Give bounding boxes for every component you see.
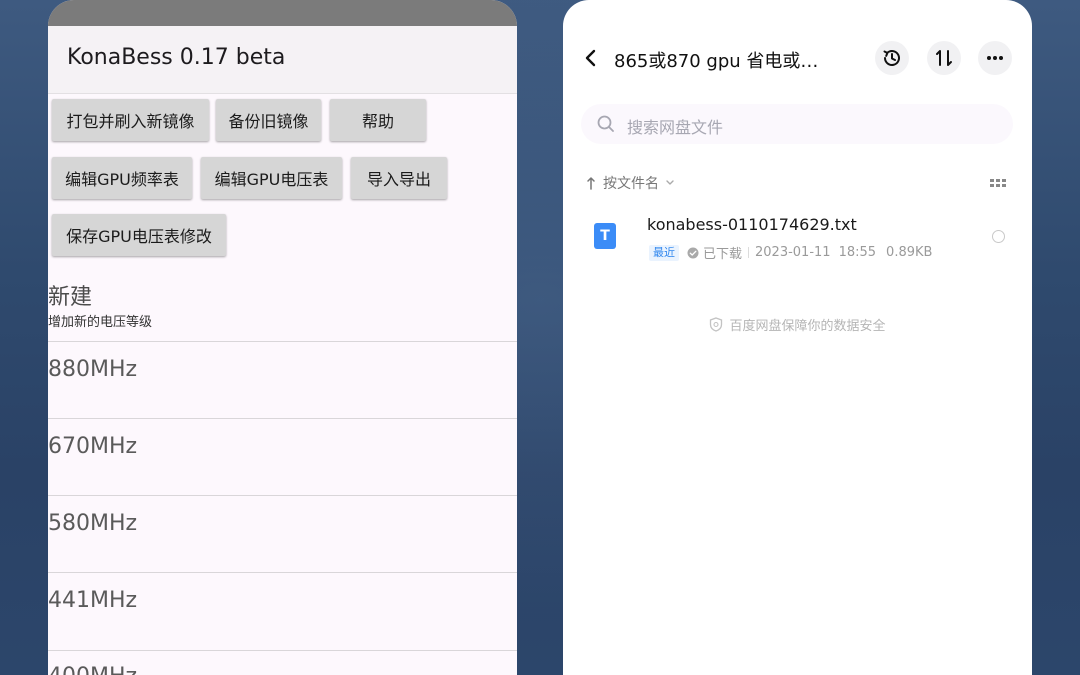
- file-meta: 最近 已下载 2023-01-11 18:55 0.89KB: [649, 243, 932, 262]
- divider: [48, 341, 517, 342]
- app-title: KonaBess 0.17 beta: [67, 45, 286, 70]
- divider: [48, 418, 517, 419]
- txt-file-icon: T: [594, 223, 616, 249]
- file-time: 18:55: [838, 245, 877, 260]
- file-date: 2023-01-11: [755, 245, 831, 260]
- edit-gpu-voltage-button[interactable]: 编辑GPU电压表: [201, 157, 342, 199]
- divider: [48, 572, 517, 573]
- grid-view-icon[interactable]: [989, 176, 1007, 190]
- file-name: konabess-0110174629.txt: [647, 215, 857, 234]
- sort-label: 按文件名: [603, 176, 659, 192]
- backup-image-button[interactable]: 备份旧镜像: [216, 99, 321, 141]
- select-checkbox[interactable]: [992, 230, 1005, 243]
- freq-item[interactable]: 441MHz: [48, 588, 137, 613]
- history-button[interactable]: [875, 41, 909, 75]
- freq-item[interactable]: 580MHz: [48, 511, 137, 536]
- more-icon: [987, 56, 1003, 60]
- konabess-window: KonaBess 0.17 beta 打包并刷入新镜像 备份旧镜像 帮助 编辑G…: [48, 0, 517, 675]
- netdisk-window: 865或870 gpu 省电或… 搜索网盘文件 按文件名 T konabess-…: [563, 0, 1032, 675]
- shield-icon: [710, 317, 723, 332]
- downloaded-check-icon: [687, 247, 699, 258]
- file-list-item[interactable]: T konabess-0110174629.txt 最近 已下载 2023-01…: [563, 208, 1032, 266]
- new-item-subtitle: 增加新的电压等级: [48, 315, 153, 330]
- transfer-button[interactable]: [927, 41, 961, 75]
- more-button[interactable]: [978, 41, 1012, 75]
- app-bar: KonaBess 0.17 beta: [48, 26, 517, 94]
- edit-gpu-freq-button[interactable]: 编辑GPU频率表: [52, 157, 192, 199]
- import-export-button[interactable]: 导入导出: [351, 157, 447, 199]
- safety-note: 百度网盘保障你的数据安全: [563, 315, 1032, 334]
- download-status: 已下载: [703, 247, 743, 262]
- meta-separator: [748, 247, 750, 258]
- sort-control[interactable]: 按文件名: [585, 173, 675, 193]
- new-item-title: 新建: [48, 285, 93, 310]
- recent-badge: 最近: [649, 244, 679, 261]
- sort-arrow-icon: [587, 177, 595, 190]
- help-button[interactable]: 帮助: [330, 99, 426, 141]
- history-icon: [883, 50, 900, 66]
- back-arrow-icon[interactable]: [581, 46, 601, 70]
- freq-item[interactable]: 670MHz: [48, 434, 137, 459]
- folder-title: 865或870 gpu 省电或…: [614, 51, 819, 72]
- search-placeholder: 搜索网盘文件: [627, 118, 724, 137]
- safety-note-text: 百度网盘保障你的数据安全: [729, 319, 886, 334]
- flash-new-image-button[interactable]: 打包并刷入新镜像: [52, 99, 209, 141]
- file-size: 0.89KB: [886, 245, 933, 260]
- search-bar[interactable]: 搜索网盘文件: [581, 104, 1013, 144]
- freq-item[interactable]: 880MHz: [48, 357, 137, 382]
- search-icon: [597, 115, 614, 132]
- divider: [48, 495, 517, 496]
- status-bar: [48, 0, 517, 26]
- divider: [48, 650, 517, 651]
- transfer-icon: [936, 50, 952, 66]
- chevron-down-icon: [666, 180, 674, 185]
- save-voltage-button[interactable]: 保存GPU电压表修改: [52, 214, 226, 256]
- freq-item[interactable]: 400MHz: [48, 664, 137, 675]
